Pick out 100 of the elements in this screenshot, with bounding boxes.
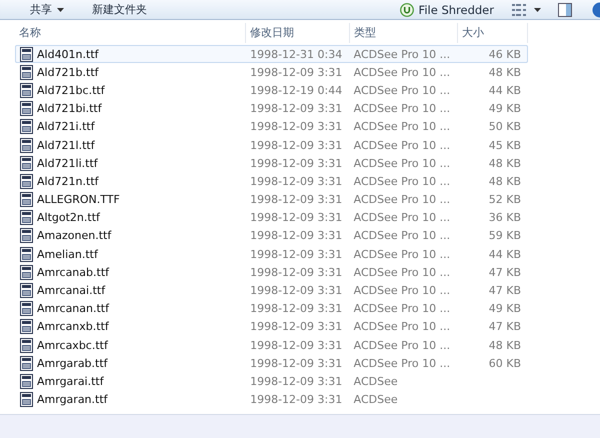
file-row[interactable]: Amrcaxbc.ttf 1998-12-09 3:31 ACDSee Pro 10 ... 48 KB xyxy=(15,336,528,354)
file-size: 49 KB xyxy=(488,102,521,116)
file-row[interactable]: Ald721bc.ttf 1998-12-19 0:44 ACDSee Pro 10 ... 44 KB xyxy=(15,81,528,100)
modified-date: 1998-12-09 3:31 xyxy=(250,174,342,188)
preview-pane-icon[interactable] xyxy=(558,2,572,16)
file-name: Amrcaxbc.ttf xyxy=(37,338,108,352)
file-row[interactable]: Amrcanab.ttf 1998-12-09 3:31 ACDSee Pro 10 ... 47 KB xyxy=(15,263,528,282)
column-header[interactable]: 大小 xyxy=(458,22,528,42)
modified-date: 1998-12-09 3:31 xyxy=(250,102,342,116)
modified-date: 1998-12-09 3:31 xyxy=(250,193,342,206)
file-name: ALLEGRON.TTF xyxy=(37,193,120,206)
file-size: 36 KB xyxy=(488,211,521,224)
font-file-icon xyxy=(20,101,33,116)
modified-date: 1998-12-19 0:44 xyxy=(250,84,342,97)
font-file-icon xyxy=(20,156,33,171)
file-type: ACDSee Pro 10 ... xyxy=(354,248,450,261)
file-row[interactable]: Amrgarai.ttf 1998-12-09 3:31 ACDSee xyxy=(15,372,528,391)
file-type: ACDSee Pro 10 ... xyxy=(354,48,450,61)
file-row[interactable]: Amazonen.ttf 1998-12-09 3:31 ACDSee Pro 10 ... 59 KB xyxy=(15,226,528,246)
file-size: 44 KB xyxy=(488,248,521,261)
file-type: ACDSee Pro 10 ... xyxy=(354,302,450,316)
font-file-icon xyxy=(20,264,33,280)
file-size: 50 KB xyxy=(488,120,521,134)
font-file-icon xyxy=(20,138,33,153)
modified-date: 1998-12-09 3:31 xyxy=(250,393,342,406)
file-name: Amrgaran.ttf xyxy=(37,393,108,406)
file-row[interactable]: Amrcanan.ttf 1998-12-09 3:31 ACDSee Pro 10 ... 49 KB xyxy=(15,300,528,318)
column-header[interactable]: 名称 xyxy=(15,22,246,42)
file-size: 48 KB xyxy=(488,338,521,352)
file-size: 59 KB xyxy=(488,229,521,242)
font-file-icon xyxy=(20,301,33,316)
modified-date: 1998-12-09 3:31 xyxy=(250,338,342,352)
font-file-icon xyxy=(20,374,33,389)
shredder-button[interactable]: File Shredder xyxy=(398,1,496,18)
file-name: Amrgarai.ttf xyxy=(37,374,104,388)
font-file-icon xyxy=(20,319,33,334)
modified-date: 1998-12-09 3:31 xyxy=(250,211,342,224)
file-type: ACDSee Pro 10 ... xyxy=(354,84,450,97)
file-size: 60 KB xyxy=(488,356,521,370)
file-size: 48 KB xyxy=(488,156,521,170)
file-type: ACDSee Pro 10 ... xyxy=(354,174,450,188)
file-size: 45 KB xyxy=(488,138,521,152)
modified-date: 1998-12-09 3:31 xyxy=(250,320,342,334)
modified-date: 1998-12-09 3:31 xyxy=(250,284,342,298)
file-name: Ald721bc.ttf xyxy=(37,84,105,97)
file-row[interactable]: Altgot2n.ttf 1998-12-09 3:31 ACDSee Pro 10 ... 36 KB xyxy=(15,208,528,227)
font-file-icon xyxy=(20,174,33,189)
file-row[interactable]: Amrcanai.ttf 1998-12-09 3:31 ACDSee Pro 10 ... 47 KB xyxy=(15,281,528,300)
file-name: Amrcanai.ttf xyxy=(37,284,106,298)
file-row[interactable]: Ald721l.ttf 1998-12-09 3:31 ACDSee Pro 10 ... 45 KB xyxy=(15,136,528,154)
file-size: 47 KB xyxy=(488,320,521,334)
file-row[interactable]: Ald721li.ttf 1998-12-09 3:31 ACDSee Pro 10 ... 48 KB xyxy=(15,154,528,172)
file-row[interactable]: Amrcanxb.ttf 1998-12-09 3:31 ACDSee Pro 10 ... 47 KB xyxy=(15,318,528,336)
file-name: Ald721i.ttf xyxy=(37,120,95,134)
modified-date: 1998-12-09 3:31 xyxy=(250,302,342,316)
file-size: 47 KB xyxy=(488,266,521,279)
view-options-icon[interactable] xyxy=(512,4,542,16)
column-header[interactable]: 修改日期 xyxy=(246,22,350,42)
file-row[interactable]: Ald721b.ttf 1998-12-09 3:31 ACDSee Pro 10 ... 48 KB xyxy=(15,63,528,82)
file-name: Ald401n.ttf xyxy=(37,48,99,61)
file-type: ACDSee Pro 10 ... xyxy=(354,284,450,298)
modified-date: 1998-12-31 0:34 xyxy=(250,48,342,61)
font-file-icon xyxy=(20,392,33,408)
file-name: Ald721li.ttf xyxy=(37,156,98,170)
file-name: Amrcanab.ttf xyxy=(37,266,109,279)
font-file-icon xyxy=(20,46,33,62)
file-row[interactable]: Ald401n.ttf 1998-12-31 0:34 ACDSee Pro 10 ... 46 KB xyxy=(15,45,528,64)
shredder-icon xyxy=(400,2,414,16)
toolbar-button[interactable]: 新建文件夹 xyxy=(90,1,149,18)
file-name: Altgot2n.ttf xyxy=(37,211,100,224)
toolbar-button[interactable]: 共享 xyxy=(28,1,66,18)
file-size: 49 KB xyxy=(488,302,521,316)
file-size: 48 KB xyxy=(488,174,521,188)
file-name: Ald721b.ttf xyxy=(37,66,99,79)
modified-date: 1998-12-09 3:31 xyxy=(250,356,342,370)
column-header[interactable]: 类型 xyxy=(350,22,458,42)
font-file-icon xyxy=(20,338,33,353)
modified-date: 1998-12-09 3:31 xyxy=(250,266,342,279)
file-row[interactable]: Amrgaran.ttf 1998-12-09 3:31 ACDSee xyxy=(15,390,528,409)
file-type: ACDSee Pro 10 ... xyxy=(354,266,450,279)
font-file-icon xyxy=(20,82,33,98)
file-type: ACDSee Pro 10 ... xyxy=(354,320,450,334)
file-row[interactable]: Ald721bi.ttf 1998-12-09 3:31 ACDSee Pro 10 ... 49 KB xyxy=(15,100,528,118)
file-row[interactable]: Ald721i.ttf 1998-12-09 3:31 ACDSee Pro 10 ... 50 KB xyxy=(15,118,528,136)
modified-date: 1998-12-09 3:31 xyxy=(250,229,342,242)
file-name: Ald721l.ttf xyxy=(37,138,95,152)
font-file-icon xyxy=(20,246,33,262)
file-size: 48 KB xyxy=(488,66,521,79)
file-size: 46 KB xyxy=(488,48,521,61)
modified-date: 1998-12-09 3:31 xyxy=(250,66,342,79)
file-row[interactable]: ALLEGRON.TTF 1998-12-09 3:31 ACDSee Pro 10 ... 52 KB xyxy=(15,190,528,209)
file-name: Ald721n.ttf xyxy=(37,174,99,188)
file-row[interactable]: Ald721n.ttf 1998-12-09 3:31 ACDSee Pro 10 ... 48 KB xyxy=(15,172,528,190)
file-row[interactable]: Amrgarab.ttf 1998-12-09 3:31 ACDSee Pro 10 ... 60 KB xyxy=(15,354,528,372)
file-name: Amrcanan.ttf xyxy=(37,302,109,316)
file-size: 52 KB xyxy=(488,193,521,206)
modified-date: 1998-12-09 3:31 xyxy=(250,248,342,261)
font-file-icon xyxy=(20,210,33,226)
file-size: 47 KB xyxy=(488,284,521,298)
file-row[interactable]: Amelian.ttf 1998-12-09 3:31 ACDSee Pro 10 ... 44 KB xyxy=(15,245,528,264)
